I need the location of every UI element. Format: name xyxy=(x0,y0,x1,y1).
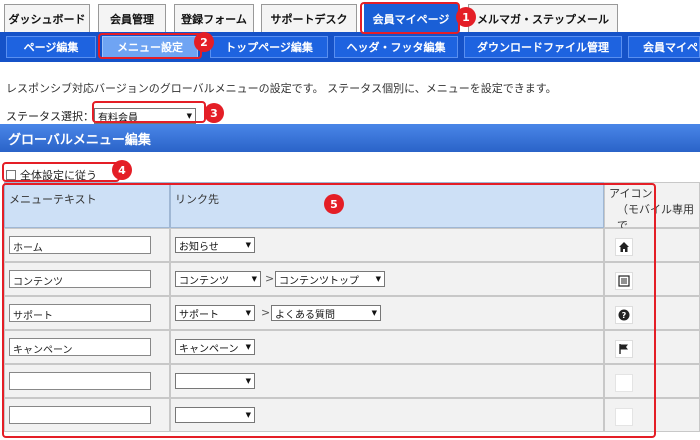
section-title: グローバルメニュー編集 xyxy=(0,124,700,152)
highlight-box-2 xyxy=(98,33,202,59)
description-text: レスポンシブ対応バージョンのグローバルメニューの設定です。 ステータス個別に、メ… xyxy=(6,82,557,95)
callout-badge-3: 3 xyxy=(204,103,224,123)
subtab-page-edit[interactable]: ページ編集 xyxy=(6,36,96,58)
highlight-box-1 xyxy=(360,2,460,34)
tab-dashboard[interactable]: ダッシュボード xyxy=(4,4,90,32)
callout-badge-1: 1 xyxy=(456,7,476,27)
highlight-box-3 xyxy=(92,101,206,123)
callout-badge-4: 4 xyxy=(112,160,132,180)
tab-mail-magazine[interactable]: メルマガ・ステップメール xyxy=(468,4,618,32)
subtab-top-page-edit[interactable]: トップページ編集 xyxy=(210,36,328,58)
subtab-member-mypage[interactable]: 会員マイペ xyxy=(628,36,700,58)
subtab-download-file[interactable]: ダウンロードファイル管理 xyxy=(464,36,622,58)
tab-support-desk[interactable]: サポートデスク xyxy=(261,4,357,32)
subtab-header-footer-edit[interactable]: ヘッダ・フッタ編集 xyxy=(334,36,458,58)
callout-badge-5: 5 xyxy=(324,194,344,214)
status-label: ステータス選択： xyxy=(6,110,94,123)
tab-member-management[interactable]: 会員管理 xyxy=(98,4,166,32)
highlight-box-5 xyxy=(2,183,656,438)
top-tab-bar: ダッシュボード 会員管理 登録フォーム サポートデスク 会員マイページ メルマガ… xyxy=(0,0,700,32)
tab-registration-form[interactable]: 登録フォーム xyxy=(174,4,254,32)
callout-badge-2: 2 xyxy=(194,32,214,52)
highlight-box-4 xyxy=(2,162,120,182)
